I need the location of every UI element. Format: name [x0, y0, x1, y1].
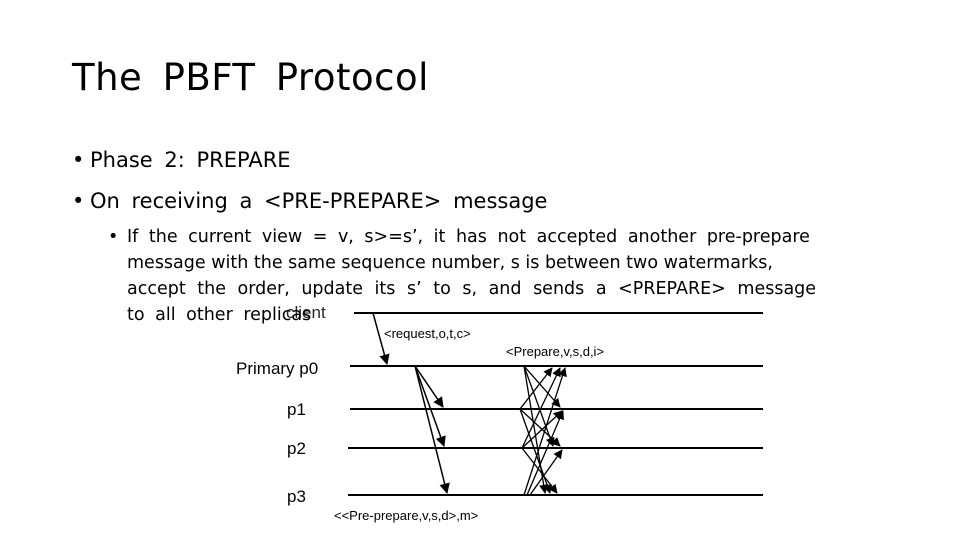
node-label-p0: Primary p0	[236, 359, 318, 378]
node-label-p3: p3	[287, 487, 306, 506]
request-message-label: <request,o,t,c>	[384, 326, 471, 341]
node-label-p2: p2	[287, 439, 306, 458]
pre-prepare-arrow-p1	[414, 365, 444, 408]
pre-prepare-arrow-p3	[414, 365, 450, 495]
prepare-message-label: <Prepare,v,s,d,i>	[506, 344, 604, 359]
pbft-prepare-diagram: Primary p0 p1 p2 p3 <request,o,t,c> <Pre…	[236, 312, 763, 523]
node-label-p1: p1	[287, 400, 306, 419]
pre-prepare-message-label: <<Pre-prepare,v,s,d>,m>	[334, 508, 478, 523]
prepare-arrows	[519, 365, 567, 496]
pre-prepare-arrow-p2	[414, 365, 446, 447]
prepare-arrow	[529, 449, 563, 496]
